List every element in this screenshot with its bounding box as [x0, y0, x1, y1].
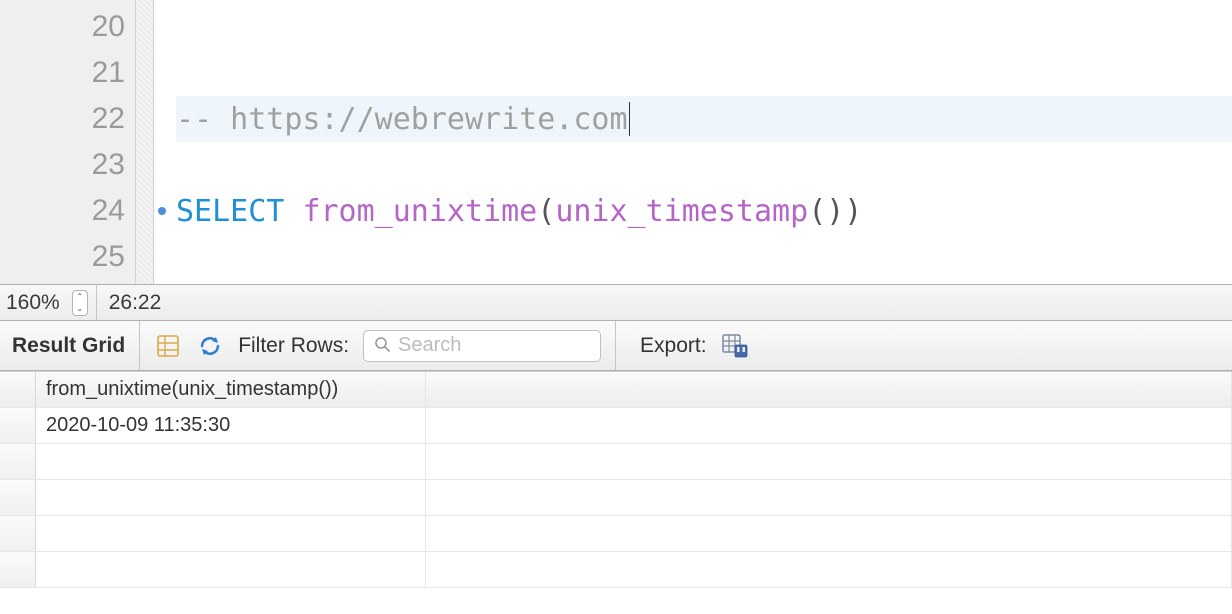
fold-gutter	[136, 0, 154, 284]
marker-slot	[154, 188, 170, 234]
column-header-empty	[426, 372, 1232, 407]
table-row-empty	[0, 480, 1232, 516]
column-header[interactable]: from_unixtime(unix_timestamp())	[36, 372, 426, 407]
code-line[interactable]	[176, 234, 1232, 280]
code-token: (	[537, 194, 555, 229]
table-cell-empty	[426, 408, 1232, 443]
result-toolbar: Result Grid Filter Rows: Export:	[0, 321, 1232, 371]
chevron-up-icon[interactable]: ⌃	[73, 291, 87, 303]
table-cell-empty	[36, 480, 426, 515]
row-handle	[0, 552, 36, 587]
row-handle	[0, 516, 36, 551]
cursor-position: 26:22	[105, 291, 162, 315]
zoom-level: 160%	[6, 291, 64, 315]
marker-slot	[154, 142, 170, 188]
export-label: Export:	[640, 334, 707, 358]
marker-slot	[154, 96, 170, 142]
statement-marker-icon	[158, 207, 166, 215]
code-line[interactable]	[176, 4, 1232, 50]
refresh-icon[interactable]	[196, 332, 224, 360]
table-cell-empty	[426, 516, 1232, 551]
editor-statusbar: 160% ⌃ ⌄ 26:22	[0, 285, 1232, 321]
table-row-empty	[0, 444, 1232, 480]
code-line[interactable]	[176, 142, 1232, 188]
filter-search-input[interactable]	[398, 334, 663, 357]
line-number: 24	[0, 188, 135, 234]
table-row[interactable]: 2020-10-09 11:35:30	[0, 408, 1232, 444]
marker-slot	[154, 4, 170, 50]
line-number-gutter: 202122232425	[0, 0, 136, 284]
divider	[139, 321, 140, 370]
table-cell-empty	[36, 552, 426, 587]
line-number: 20	[0, 4, 135, 50]
table-cell-empty	[36, 516, 426, 551]
code-line[interactable]: -- https://webrewrite.com	[176, 96, 1232, 142]
line-number: 21	[0, 50, 135, 96]
filter-search-box[interactable]	[363, 330, 601, 362]
row-handle	[0, 372, 36, 407]
row-handle[interactable]	[0, 408, 36, 443]
code-token: ())	[808, 194, 862, 229]
table-row-empty	[0, 516, 1232, 552]
code-editor[interactable]: 202122232425 -- https://webrewrite.com SE…	[0, 0, 1232, 285]
marker-slot	[154, 234, 170, 280]
chevron-down-icon[interactable]: ⌄	[73, 303, 87, 315]
search-icon	[374, 334, 390, 358]
result-grid-label: Result Grid	[12, 334, 125, 358]
code-token: -- https://webrewrite.com	[176, 102, 628, 137]
text-cursor	[629, 102, 630, 136]
zoom-stepper[interactable]: ⌃ ⌄	[72, 290, 88, 316]
code-area[interactable]: -- https://webrewrite.com SELECT from_uni…	[170, 0, 1232, 284]
divider	[615, 321, 616, 370]
table-cell-empty	[426, 552, 1232, 587]
table-cell-empty	[426, 480, 1232, 515]
line-number: 23	[0, 142, 135, 188]
table-cell[interactable]: 2020-10-09 11:35:30	[36, 408, 426, 443]
table-row-empty	[0, 552, 1232, 588]
divider	[96, 285, 97, 320]
code-line[interactable]	[176, 50, 1232, 96]
code-token	[284, 194, 302, 229]
code-token: from_unixtime	[302, 194, 537, 229]
code-token: SELECT	[176, 194, 284, 229]
result-grid[interactable]: from_unixtime(unix_timestamp())2020-10-0…	[0, 371, 1232, 588]
marker-gutter	[154, 0, 170, 284]
marker-slot	[154, 50, 170, 96]
row-handle	[0, 444, 36, 479]
export-icon[interactable]	[721, 332, 749, 360]
table-cell-empty	[36, 444, 426, 479]
row-handle	[0, 480, 36, 515]
grid-view-icon[interactable]	[154, 332, 182, 360]
table-header-row: from_unixtime(unix_timestamp())	[0, 372, 1232, 408]
line-number: 22	[0, 96, 135, 142]
code-line[interactable]: SELECT from_unixtime(unix_timestamp())	[176, 188, 1232, 234]
filter-rows-label: Filter Rows:	[238, 334, 349, 358]
line-number: 25	[0, 234, 135, 280]
code-token: unix_timestamp	[555, 194, 808, 229]
table-cell-empty	[426, 444, 1232, 479]
